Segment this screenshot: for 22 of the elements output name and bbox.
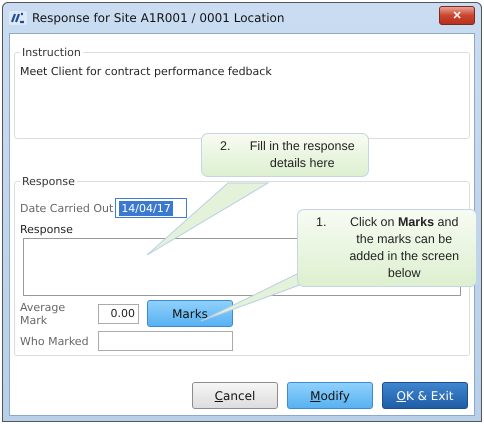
field-label: Response bbox=[20, 223, 74, 236]
date-value: 14/04/17 bbox=[119, 200, 173, 216]
app-logo-icon bbox=[9, 11, 27, 25]
field-label: Date Carried Out bbox=[20, 202, 114, 214]
dialog-button[interactable]: OK & Exit bbox=[382, 382, 468, 409]
field-label: Average Mark bbox=[20, 300, 66, 326]
callout-text: Click on Marks and the marks can be added in the screen below bbox=[348, 214, 460, 282]
marks-button[interactable]: Marks bbox=[147, 300, 233, 327]
window-title: Response for Site A1R001 / 0001 Location bbox=[32, 11, 286, 25]
close-button[interactable]: ✕ bbox=[439, 6, 475, 24]
dialog-button[interactable]: Modify bbox=[287, 382, 373, 409]
step-number: 2. bbox=[220, 138, 230, 155]
callout-text: Fill in the response details here bbox=[248, 138, 356, 172]
who-marked-field[interactable] bbox=[98, 331, 233, 351]
group-legend: Instruction bbox=[20, 46, 83, 59]
step-number: 1. bbox=[316, 214, 326, 231]
date-field[interactable]: 14/04/17 bbox=[115, 198, 188, 218]
dialog-button[interactable]: Cancel bbox=[192, 382, 278, 409]
group-legend: Response bbox=[20, 175, 77, 188]
average-mark-field[interactable]: 0.00 bbox=[98, 304, 139, 324]
instruction-text: Meet Client for contract performance fedback bbox=[20, 65, 273, 78]
field-label: Who Marked bbox=[20, 334, 90, 348]
